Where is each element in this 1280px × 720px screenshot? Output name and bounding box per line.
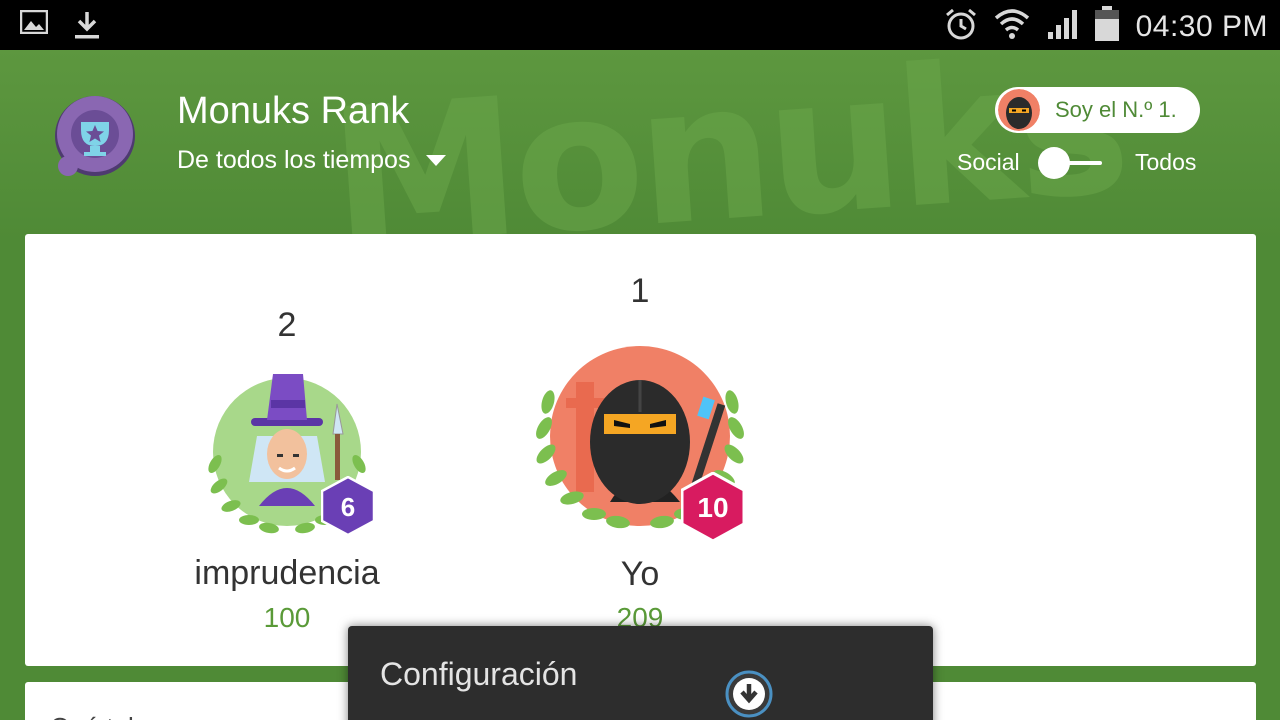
clock-time: 04:30 PM [1135,9,1268,43]
rank-number: 1 [630,272,650,310]
dropdown-arrow-icon [426,155,447,166]
rank-number: 2 [277,306,297,344]
settings-popup[interactable]: Configuración [348,626,933,720]
level-number: 6 [341,492,355,522]
my-rank-label: Soy el N.º 1. [1055,97,1177,122]
toggle-social-label: Social [957,149,1020,175]
level-badge: 10 [680,471,746,547]
social-todos-switch[interactable] [1038,147,1104,179]
toggle-todos-label: Todos [1135,149,1197,175]
download-icon [74,10,100,45]
player-name: imprudencia [194,554,380,592]
period-dropdown[interactable]: De todos los tiempos [177,146,447,175]
podium-card: 2 6 imprudencia 100 1 10 Yo 209 [25,234,1256,666]
alarm-icon [944,7,978,46]
page-title: Monuks Rank [177,90,410,132]
download-circle-icon[interactable] [724,670,774,720]
level-number: 10 [697,492,728,523]
trophy-badge-icon [50,94,136,185]
status-bar: 04:30 PM [0,0,1280,50]
period-label: De todos los tiempos [177,146,411,174]
wifi-icon [994,8,1030,45]
level-badge: 6 [320,475,376,541]
next-card-text: Qué tal... [50,712,156,720]
switch-knob [1038,147,1070,179]
ninja-avatar-icon [998,89,1040,131]
battery-icon [1094,6,1120,47]
gallery-icon [19,9,49,45]
signal-icon [1046,8,1078,45]
popup-title: Configuración [380,656,578,692]
player-name: Yo [620,555,660,593]
my-rank-chip[interactable]: Soy el N.º 1. [995,87,1200,133]
background-logo: Monuks [323,50,1131,240]
rank-header: Monuks Monuks Rank De todos los tiempos [0,50,1280,240]
